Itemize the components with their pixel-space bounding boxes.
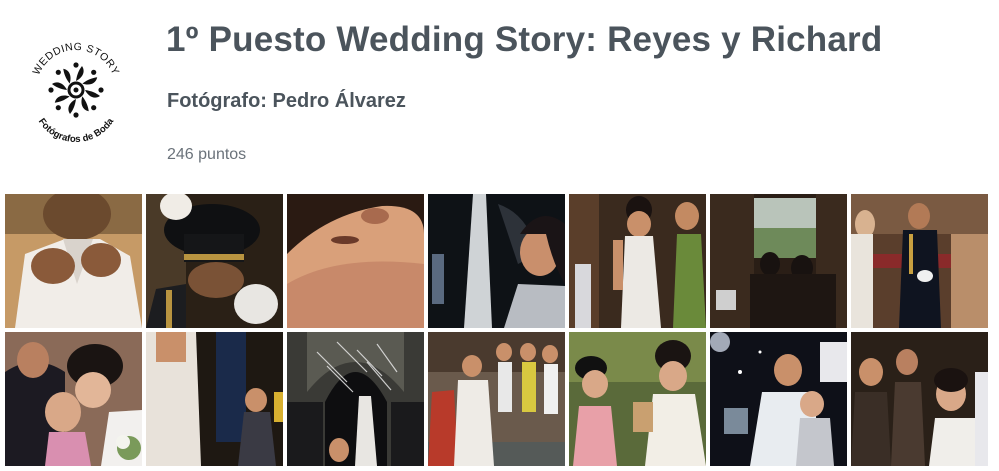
church-exit-confetti-photo <box>287 332 424 466</box>
page-title: 1º Puesto Wedding Story: Reyes y Richard <box>166 20 883 59</box>
photo-thumbnail[interactable] <box>851 332 988 466</box>
logo-text-bottom: Fotógrafos de Boda <box>36 116 117 145</box>
child-and-dress-photo <box>146 332 283 466</box>
photo-thumbnail[interactable] <box>146 332 283 466</box>
wedding-story-logo[interactable]: WEDDING STORY Fotógrafos de Boda <box>22 36 130 145</box>
wedding-party-guests-photo <box>851 332 988 466</box>
photo-thumbnail[interactable] <box>569 332 706 466</box>
photographer-name: Fotógrafo: Pedro Álvarez <box>167 90 406 112</box>
photo-thumbnail[interactable] <box>428 332 565 466</box>
photo-thumbnail[interactable] <box>428 194 565 328</box>
man-and-boy-reading-photo <box>710 332 847 466</box>
logo-text-top: WEDDING STORY <box>30 41 121 77</box>
photo-thumbnail[interactable] <box>287 194 424 328</box>
photo-thumbnail[interactable] <box>5 194 142 328</box>
groom-military-uniform-church-photo <box>851 194 988 328</box>
bride-among-guests-photo <box>428 332 565 466</box>
military-cap-photo <box>146 194 283 328</box>
church-doorway-photo <box>710 194 847 328</box>
photo-thumbnail[interactable] <box>287 332 424 466</box>
photo-thumbnail[interactable] <box>710 332 847 466</box>
dress-hanging-bride-smiling-photo <box>428 194 565 328</box>
photo-thumbnail[interactable] <box>146 194 283 328</box>
photo-thumbnail[interactable] <box>710 194 847 328</box>
points-count: 246 puntos <box>167 146 247 163</box>
svg-text:WEDDING STORY: WEDDING STORY <box>30 41 121 77</box>
photo-gallery <box>5 194 999 466</box>
girls-celebrating-photo <box>569 332 706 466</box>
svg-text:Fotógrafos de Boda: Fotógrafos de Boda <box>36 116 117 144</box>
groom-buttoning-shirt-photo <box>5 194 142 328</box>
couple-hugging-girl-photo <box>5 332 142 466</box>
photo-thumbnail[interactable] <box>569 194 706 328</box>
logo-emblem: WEDDING STORY Fotógrafos de Boda <box>30 41 121 145</box>
bride-face-closeup-photo <box>287 194 424 328</box>
photo-thumbnail[interactable] <box>5 332 142 466</box>
bride-dress-fitting-photo <box>569 194 706 328</box>
photo-thumbnail[interactable] <box>851 194 988 328</box>
